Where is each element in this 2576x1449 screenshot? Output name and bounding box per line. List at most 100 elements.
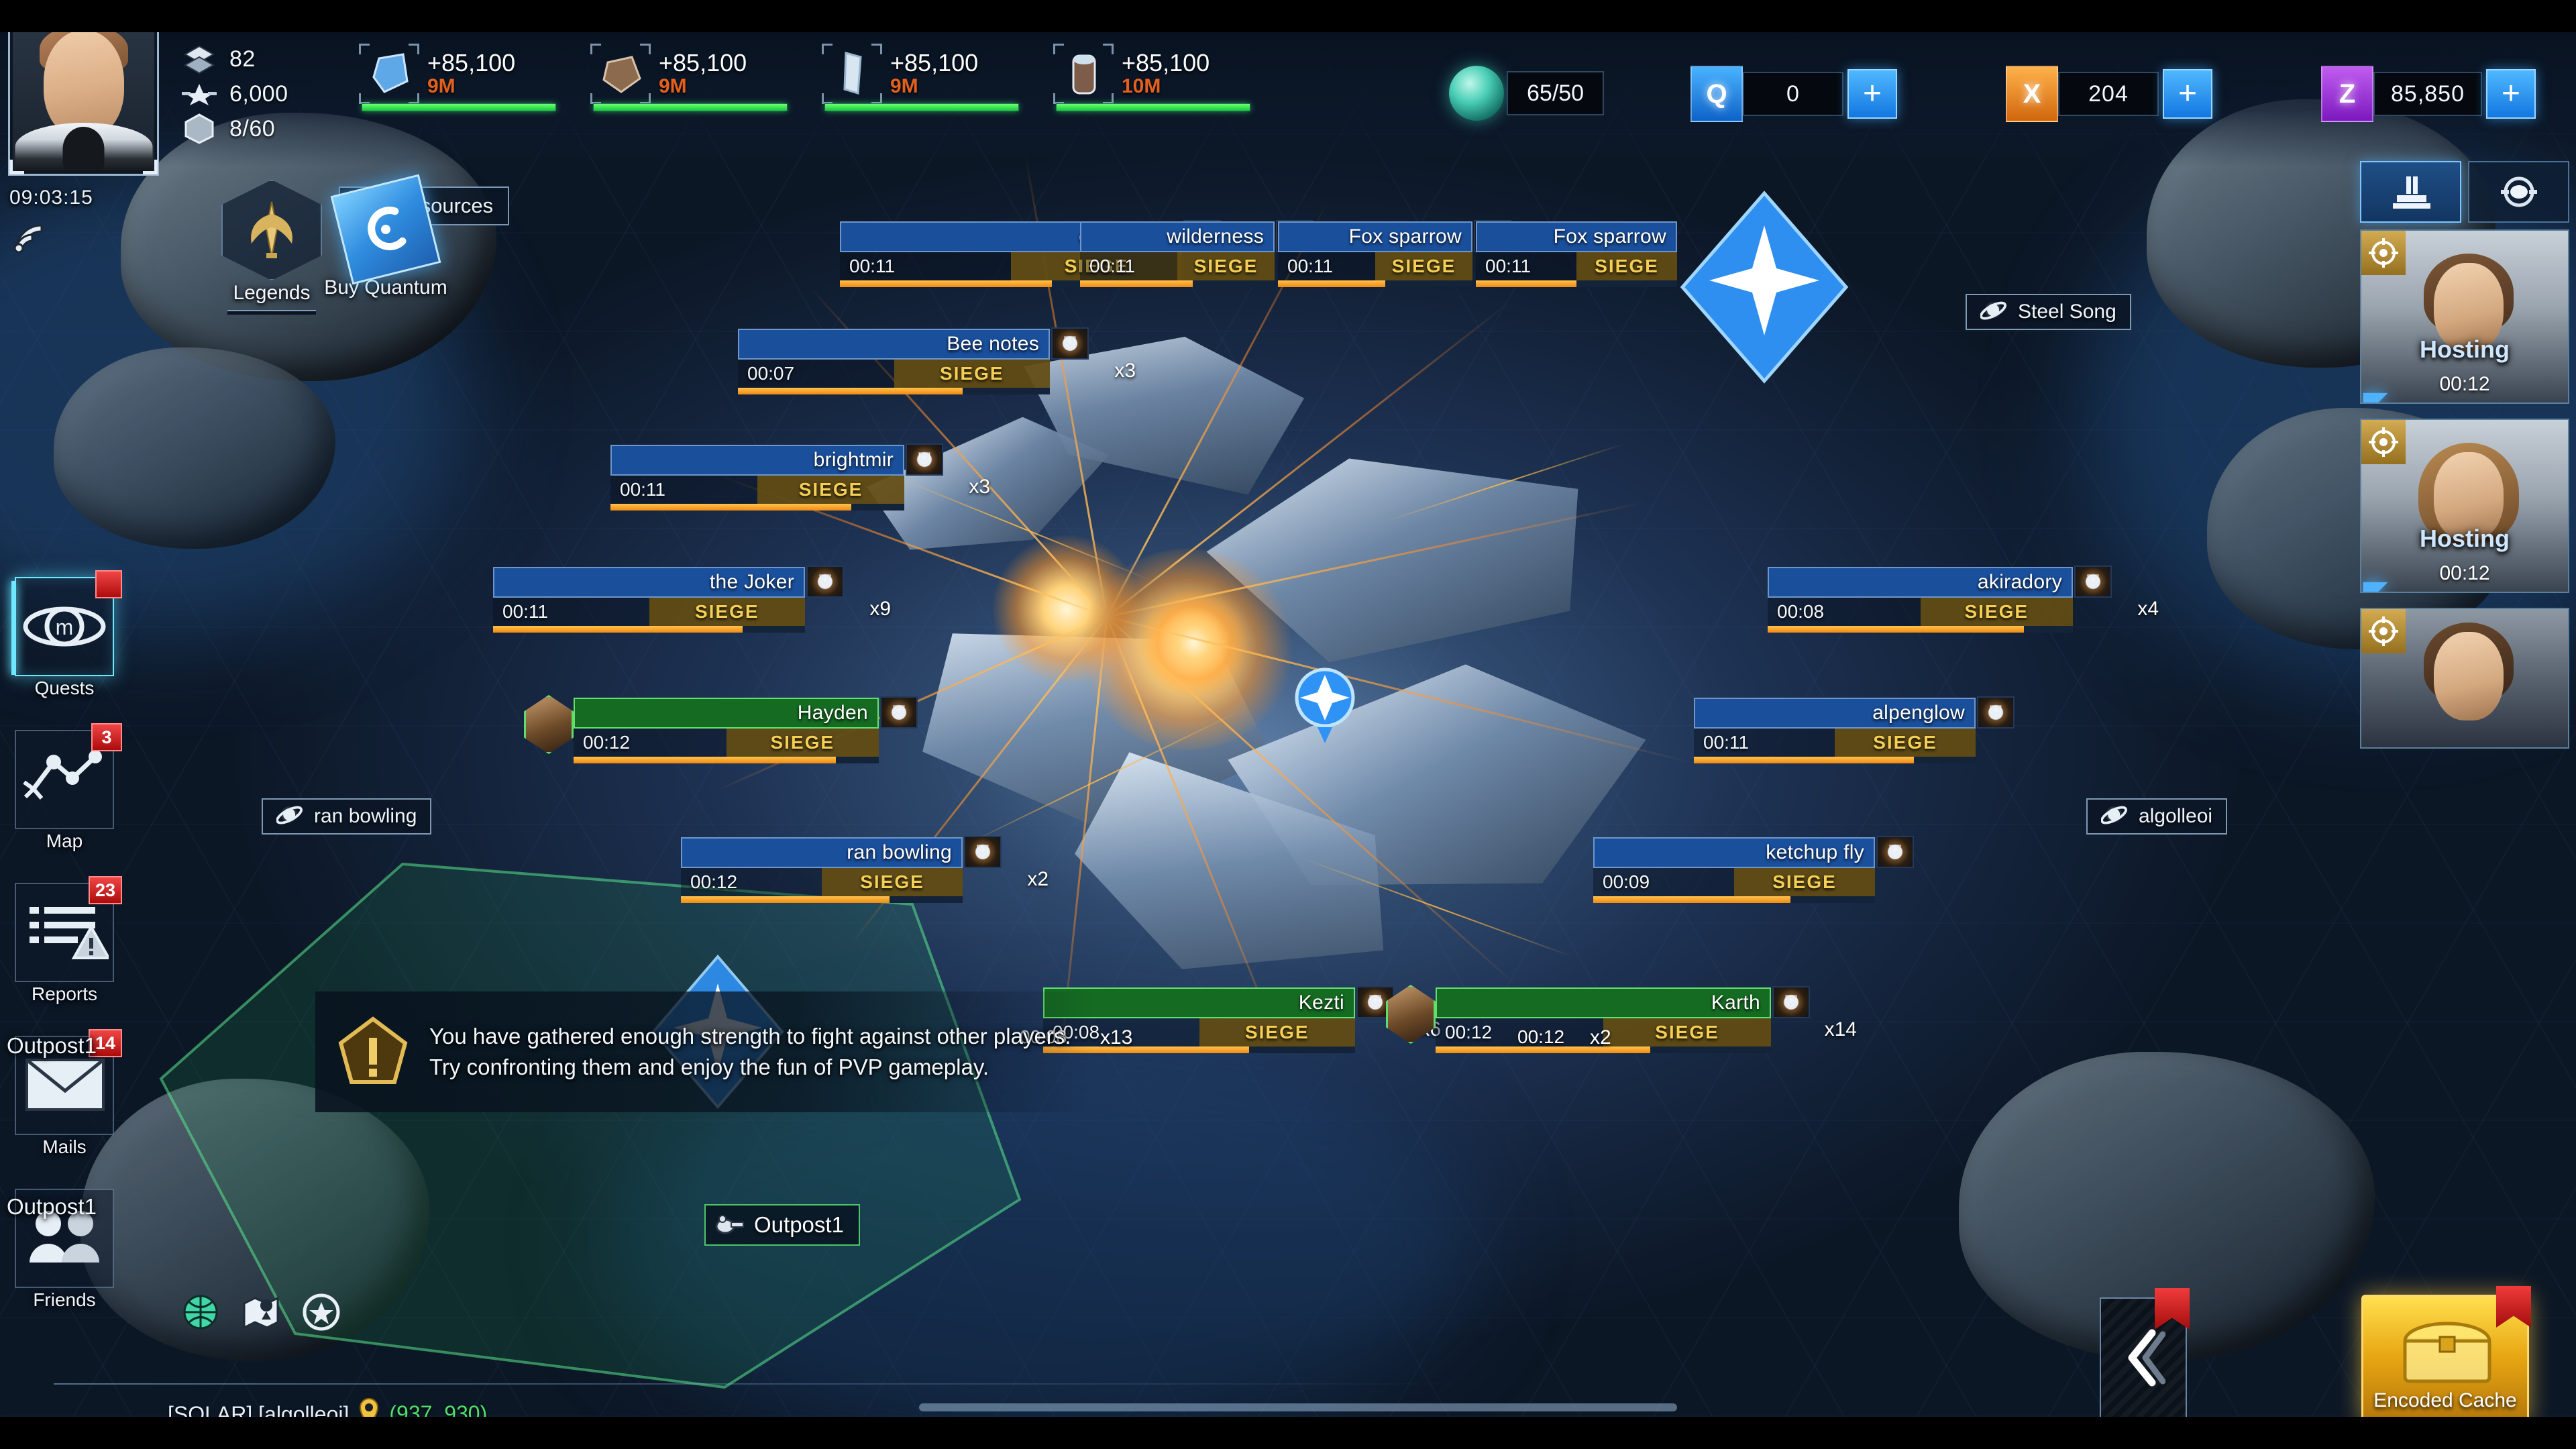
zeta-icon: Z (2321, 66, 2373, 122)
unit-bar-the-joker[interactable]: the Joker 00:11 SIEGE ⛨ x9 (493, 566, 891, 633)
unit-name: alpenglow (1872, 702, 1965, 724)
unit-state: SIEGE (757, 476, 904, 504)
encoded-cache-button[interactable]: Encoded Cache (2361, 1286, 2531, 1422)
unit-bar-brightmir[interactable]: brightmir 00:11 SIEGE ⛨ x3 (610, 443, 990, 511)
resource-metal[interactable]: +85,100 9M (590, 42, 818, 111)
buy-quantum-button[interactable]: Buy Quantum (312, 174, 460, 299)
unit-count: x9 (869, 598, 891, 620)
player-hex-value: 8/60 (229, 115, 276, 142)
unit-name: Hayden (797, 702, 868, 724)
unit-bar-ran-bowling[interactable]: ran bowling 00:12 SIEGE ⛨ x2 (681, 836, 1049, 903)
resource-alloy[interactable]: +85,100 9M (822, 42, 1050, 111)
letterbox-bottom (0, 1417, 2576, 1449)
quantum-icon: Q (1690, 66, 1743, 122)
map-tag-steel-song[interactable]: Steel Song (1966, 294, 2131, 330)
hero-card-1[interactable]: Hosting 00:12 (2360, 229, 2569, 404)
selection-marker-icon[interactable] (1288, 663, 1362, 743)
unit-bar-fox-sparrow-2[interactable]: Fox sparrow 00:11 SIEGE (1476, 221, 1677, 287)
fuel-cap: 10M (1122, 75, 1161, 97)
hero-panel: Hosting 00:12 Hosting 00:12 (2360, 161, 2569, 763)
hero-card-3[interactable] (2360, 608, 2569, 749)
target-rank-icon (2361, 420, 2406, 464)
unit-state: SIEGE (726, 729, 879, 757)
collapse-left-icon (2128, 1329, 2165, 1387)
hero-card-2[interactable]: Hosting 00:12 (2360, 419, 2569, 593)
energy-gem-icon (1449, 66, 1504, 121)
add-credits-button[interactable]: + (2163, 69, 2212, 119)
letterbox-top (0, 0, 2576, 32)
unit-state: SIEGE (1603, 1018, 1771, 1046)
fuel-storage-bar (1056, 103, 1250, 111)
player-stats: 82 6,000 8/60 (181, 42, 288, 146)
unit-progress (1768, 626, 2073, 633)
unit-bar-alpenglow[interactable]: alpenglow 00:11 SIEGE ⛨ (1694, 696, 2015, 763)
outpost-chip-main[interactable]: Outpost1 (704, 1204, 860, 1246)
map-tag-ran-bowling[interactable]: ran bowling (262, 798, 432, 835)
unit-timer: 00:11 (1089, 256, 1135, 276)
player-power-row: 6,000 (181, 76, 288, 111)
unit-bar-akiradory[interactable]: akiradory 00:08 SIEGE ⛨ x4 (1768, 566, 2159, 633)
currency-quantum[interactable]: Q 0 + (1690, 66, 1897, 122)
screen-root: 09:03:15 82 6,000 8/60 +85,100 9M +85,10… (0, 0, 2576, 1449)
unit-count: x3 (1114, 360, 1136, 382)
alliance-star-icon[interactable] (302, 1293, 341, 1335)
server-clock: 09:03:15 (9, 186, 93, 209)
add-quantum-button[interactable]: + (1847, 69, 1897, 119)
unit-progress (574, 757, 879, 763)
horizontal-scrollbar[interactable] (919, 1403, 1677, 1411)
rally-beacon-icon[interactable] (1670, 186, 1858, 388)
crystal-amount: +85,100 (427, 49, 516, 76)
encoded-cache-label: Encoded Cache (2373, 1389, 2517, 1411)
unit-timer: 00:11 (1287, 256, 1333, 276)
friends-label: Friends (33, 1289, 96, 1310)
map-tag-algolleoi[interactable]: algolleoi (2086, 798, 2228, 835)
unit-crest-icon: ⛨ (1876, 836, 1914, 868)
quests-badge (95, 570, 122, 598)
resource-fuel[interactable]: +85,100 10M (1053, 42, 1281, 111)
sidebar-item-reports[interactable]: 23 Reports (8, 876, 122, 1029)
hexagon-icon (181, 113, 217, 144)
player-rank-row: 82 (181, 42, 288, 76)
currency-zeta[interactable]: Z 85,850 + (2321, 66, 2536, 122)
unit-bar-fox-sparrow-1[interactable]: Fox sparrow 00:11 SIEGE ⛨ (1278, 220, 1511, 287)
sidebar-item-quests[interactable]: m Quests (8, 570, 122, 723)
pvp-tip-banner[interactable]: You have gathered enough strength to fig… (315, 991, 1093, 1112)
currency-credits[interactable]: X 204 + (2006, 66, 2212, 122)
quests-label: Quests (34, 678, 95, 698)
unit-name: akiradory (1977, 571, 2062, 593)
map-tag-label: ran bowling (314, 805, 417, 827)
fuel-amount: +85,100 (1122, 49, 1210, 76)
unit-bar-wilderness[interactable]: wilderness 00:11 SIEGE ⛨ (1080, 220, 1313, 287)
unit-bar-hayden[interactable]: Hayden 00:12 SIEGE ⛨ (524, 695, 918, 763)
outpost-overlay-label-1: Outpost1 (7, 1033, 97, 1058)
alloy-plate-icon (822, 44, 882, 104)
unit-state: SIEGE (1375, 252, 1472, 280)
unit-count: x14 (1824, 1018, 1857, 1040)
bottom-divider (54, 1383, 1462, 1385)
add-zeta-button[interactable]: + (2486, 69, 2536, 119)
globe-icon[interactable] (181, 1293, 220, 1335)
map-label: Map (46, 830, 83, 851)
unit-bar-bee-notes[interactable]: Bee notes 00:07 SIEGE ⛨ x3 (738, 327, 1136, 394)
map-pin-icon[interactable] (241, 1293, 280, 1335)
hero-status: Hosting (2420, 335, 2510, 363)
buy-quantum-label: Buy Quantum (324, 276, 447, 299)
energy-counter[interactable]: 65/50 (1449, 66, 1605, 121)
legends-underline (227, 310, 316, 315)
metal-ore-icon (590, 44, 651, 104)
tab-radar[interactable] (2468, 161, 2569, 223)
unit-timer: 00:12 (690, 871, 738, 892)
unit-name: the Joker (709, 571, 794, 593)
unit-name: ketchup fly (1766, 841, 1864, 863)
unit-bar-ketchup-fly[interactable]: ketchup fly 00:09 SIEGE ⛨ (1593, 836, 1914, 903)
alloy-amount: +85,100 (890, 49, 979, 76)
sidebar-item-map[interactable]: 3 Map (8, 723, 122, 876)
warning-icon (333, 1012, 413, 1091)
collapse-panel-button[interactable] (2100, 1288, 2190, 1418)
unit-timer: 00:12 (583, 732, 631, 753)
unit-state: SIEGE (1920, 598, 2073, 626)
resource-crystal[interactable]: +85,100 9M (359, 42, 587, 111)
tab-troops[interactable] (2360, 161, 2461, 223)
unit-state: SIEGE (1177, 252, 1275, 280)
player-avatar[interactable] (8, 8, 159, 176)
